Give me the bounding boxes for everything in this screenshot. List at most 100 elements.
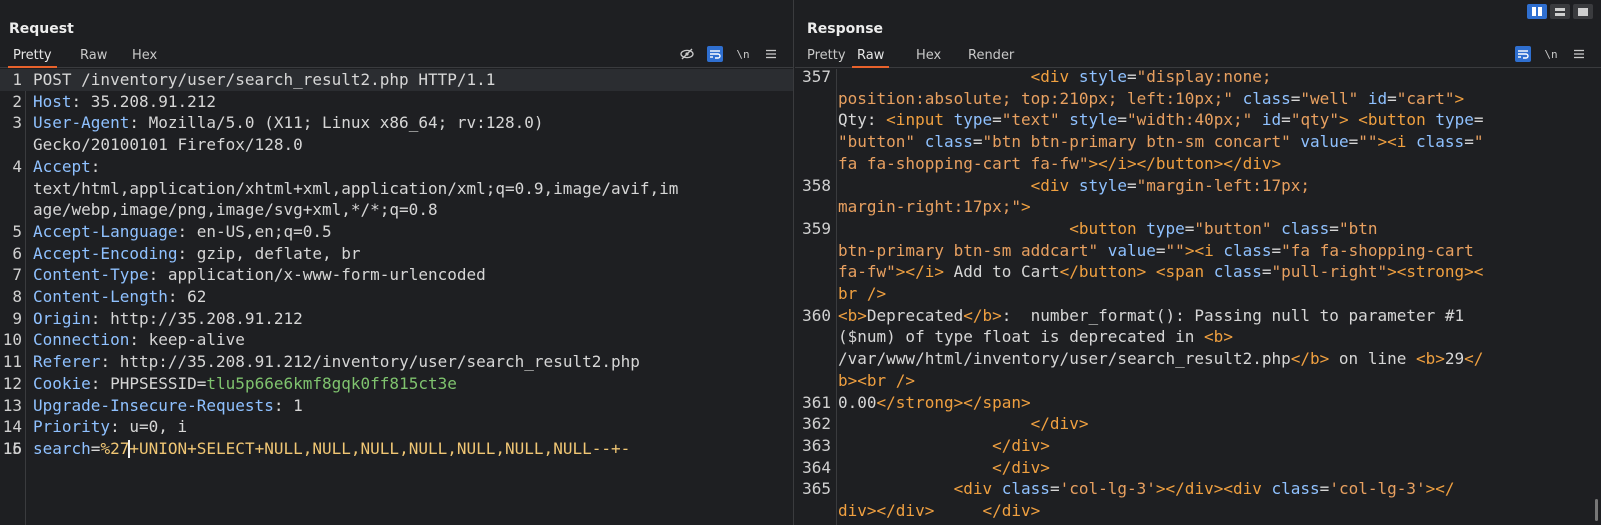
- split-horizontal-icon[interactable]: [1527, 4, 1547, 19]
- token-aval: "fa fa-shopping-cart: [1281, 240, 1474, 260]
- wrap-icon[interactable]: [1515, 46, 1531, 62]
- code-line[interactable]: 9 Origin: http://35.208.91.212: [0, 308, 793, 330]
- token-aval: "cart": [1396, 88, 1455, 108]
- code-line[interactable]: 2 Host: 35.208.91.212: [0, 91, 793, 113]
- code-line[interactable]: fa fa-shopping-cart fa-fw"></i></button>…: [795, 153, 1601, 175]
- line-text: <button type="button" class="btn: [795, 218, 1601, 240]
- line-content: text/html,application/xhtml+xml,applicat…: [33, 178, 679, 198]
- header-colon: :: [110, 417, 120, 437]
- tab-hex[interactable]: Hex: [911, 46, 946, 68]
- token-plain: =: [1319, 479, 1330, 499]
- code-line[interactable]: text/html,application/xhtml+xml,applicat…: [0, 178, 793, 200]
- code-line[interactable]: ($num) of type float is deprecated in <b…: [795, 326, 1601, 348]
- code-line[interactable]: btn-primary btn-sm addcart" value=""><i …: [795, 240, 1601, 262]
- token-tag: <b>: [1204, 327, 1233, 347]
- token-tag: <div: [1030, 69, 1079, 86]
- code-line[interactable]: 6 Accept-Encoding: gzip, deflate, br: [0, 243, 793, 265]
- response-editor[interactable]: 357 <div style="display:none; position:ab…: [795, 69, 1601, 525]
- header-colon: :: [177, 221, 188, 241]
- code-line[interactable]: /var/www/html/inventory/user/search_resu…: [795, 348, 1601, 370]
- line-number: 3: [12, 113, 22, 133]
- code-line[interactable]: 364 </div>: [795, 457, 1601, 479]
- token-aval: "btn: [1338, 218, 1378, 238]
- line-number: 364: [802, 457, 831, 477]
- code-line[interactable]: 1 POST /inventory/user/search_result2.php…: [0, 69, 793, 91]
- tab-raw[interactable]: Raw: [852, 46, 890, 68]
- token-tag: <input: [886, 110, 954, 130]
- line-text: b><br />: [795, 370, 1601, 392]
- code-line[interactable]: position:absolute; top:210px; left:10px;…: [795, 88, 1601, 110]
- response-scrollbar[interactable]: [1595, 499, 1598, 521]
- code-line[interactable]: Qty: <input type="text" style="width:40p…: [795, 109, 1601, 131]
- code-line[interactable]: br />: [795, 283, 1601, 305]
- token-tag: <b>: [1415, 349, 1445, 369]
- line-text: Content-Length: 62: [0, 286, 793, 308]
- code-line[interactable]: 5 Accept-Language: en-US,en;q=0.5: [0, 221, 793, 243]
- token-plain: Qty:: [838, 110, 887, 130]
- code-line[interactable]: 16 search=%27+UNION+SELECT+NULL,NULL,NULL…: [0, 438, 793, 460]
- token-plain: /var/www/html/inventory/user/search_resu…: [838, 349, 1291, 369]
- newline-icon[interactable]: \n: [735, 46, 751, 62]
- code-line[interactable]: "button" class="btn btn-primary btn-sm c…: [795, 131, 1601, 153]
- code-line[interactable]: 4 Accept:: [0, 156, 793, 178]
- menu-icon[interactable]: [763, 46, 779, 62]
- split-vertical-icon[interactable]: [1550, 4, 1570, 19]
- line-text: Cookie: PHPSESSID=tlu5p66e6kmf8gqk0ff815…: [0, 373, 793, 395]
- line-text: Qty: <input type="text" style="width:40p…: [795, 109, 1601, 131]
- single-pane-icon[interactable]: [1573, 4, 1593, 19]
- code-line[interactable]: 365 <div class='col-lg-3'></div><div cla…: [795, 478, 1601, 500]
- code-line[interactable]: 3 User-Agent: Mozilla/5.0 (X11; Linux x86…: [0, 112, 793, 134]
- code-line[interactable]: 358 <div style="margin-left:17px;: [795, 175, 1601, 197]
- token-plain: =: [1290, 88, 1301, 108]
- newline-icon[interactable]: \n: [1543, 46, 1559, 62]
- code-line[interactable]: fa-fw"></i> Add to Cart</button> <span c…: [795, 261, 1601, 283]
- code-line[interactable]: age/webp,image/png,image/svg+xml,*/*;q=0…: [0, 199, 793, 221]
- line-content: POST /inventory/user/search_result2.php …: [33, 70, 496, 89]
- code-line[interactable]: 357 <div style="display:none;: [795, 69, 1601, 88]
- eye-slash-icon[interactable]: [679, 46, 695, 62]
- code-line[interactable]: b><br />: [795, 370, 1601, 392]
- code-line[interactable]: 14 Priority: u=0, i: [0, 416, 793, 438]
- request-editor[interactable]: 1 POST /inventory/user/search_result2.php…: [0, 69, 793, 525]
- token-aval: "text": [1001, 110, 1060, 130]
- code-line[interactable]: 13 Upgrade-Insecure-Requests: 1: [0, 395, 793, 417]
- code-line[interactable]: margin-right:17px;">: [795, 196, 1601, 218]
- code-line[interactable]: 360 <b>Deprecated</b>: number_format(): P…: [795, 305, 1601, 327]
- response-code[interactable]: 357 <div style="display:none; position:ab…: [795, 69, 1601, 522]
- code-line[interactable]: 362 </div>: [795, 413, 1601, 435]
- code-line[interactable]: 12 Cookie: PHPSESSID=tlu5p66e6kmf8gqk0ff8…: [0, 373, 793, 395]
- code-line[interactable]: 361 0.00</strong></span>: [795, 392, 1601, 414]
- request-toolbar: \n: [679, 45, 779, 63]
- code-line[interactable]: 363 </div>: [795, 435, 1601, 457]
- code-line[interactable]: 359 <button type="button" class="btn: [795, 218, 1601, 240]
- token-attr: id: [1367, 88, 1388, 108]
- code-line[interactable]: 7 Content-Type: application/x-www-form-ur…: [0, 264, 793, 286]
- line-number: 361: [802, 392, 831, 412]
- code-line[interactable]: 11 Referer: http://35.208.91.212/inventor…: [0, 351, 793, 373]
- token-aval: fa-fw": [838, 262, 896, 282]
- tab-pretty[interactable]: Pretty: [8, 46, 57, 68]
- tab-pretty[interactable]: Pretty: [802, 46, 851, 68]
- menu-icon[interactable]: [1571, 46, 1587, 62]
- line-text: br />: [795, 283, 1601, 305]
- line-text: Accept-Encoding: gzip, deflate, br: [0, 243, 793, 265]
- tab-render[interactable]: Render: [963, 46, 1019, 68]
- tab-raw[interactable]: Raw: [75, 46, 112, 68]
- code-line[interactable]: 8 Content-Length: 62: [0, 286, 793, 308]
- header-name: User-Agent: [33, 113, 130, 133]
- code-line[interactable]: 10 Connection: keep-alive: [0, 329, 793, 351]
- code-line[interactable]: Gecko/20100101 Firefox/128.0: [0, 134, 793, 156]
- token-attr: class: [1223, 240, 1272, 260]
- line-text: fa fa-shopping-cart fa-fw"></i></button>…: [795, 153, 1601, 175]
- tab-hex[interactable]: Hex: [127, 46, 162, 68]
- wrap-icon[interactable]: [707, 46, 723, 62]
- line-number: 360: [802, 305, 831, 325]
- request-code[interactable]: 1 POST /inventory/user/search_result2.php…: [0, 69, 793, 460]
- code-line[interactable]: div></div> </div>: [795, 500, 1601, 522]
- response-pane: Response Pretty Raw Hex Render \n 357 <d…: [795, 0, 1601, 525]
- line-text: Content-Type: application/x-www-form-url…: [0, 264, 793, 286]
- line-text: <b>Deprecated</b>: number_format(): Pass…: [795, 305, 1601, 327]
